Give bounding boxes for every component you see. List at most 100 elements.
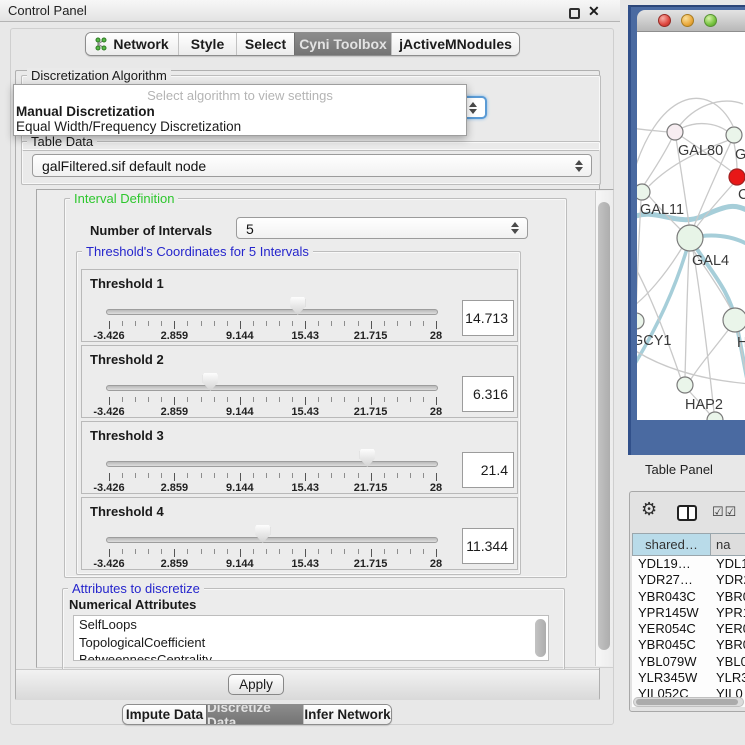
threshold-label: Threshold 2 (90, 352, 164, 367)
column-header-shared-name[interactable]: shared… (632, 533, 711, 556)
slider-tick-label: 9.144 (226, 406, 254, 418)
vertical-scrollbar-thumb[interactable] (598, 202, 610, 650)
table-row[interactable]: YBL079WYBL0 (632, 654, 745, 670)
horizontal-scrollbar-thumb[interactable] (636, 699, 738, 705)
threshold-panel: Threshold 3-3.4262.8599.14415.4321.71528… (81, 421, 518, 494)
zoom-traffic-light-icon[interactable] (704, 14, 717, 27)
network-node-gal80[interactable] (667, 124, 683, 140)
attributes-list-scrollbar[interactable] (535, 619, 546, 657)
slider-tick (371, 549, 372, 557)
attribute-item[interactable]: TopologicalCoefficient (74, 634, 548, 652)
cell-name: YPR1 (716, 605, 745, 620)
slider-tick-label: -3.426 (93, 330, 124, 342)
slider-tick (384, 397, 385, 402)
table-row[interactable]: YDR27…YDR2 (632, 572, 745, 588)
tab-label: jActiveMNodules (399, 36, 512, 52)
slider-tick (240, 321, 241, 329)
slider-tick (214, 397, 215, 402)
slider-tick (122, 473, 123, 478)
tab-infer-network[interactable]: Infer Network (303, 705, 391, 724)
tab-label: Select (245, 36, 286, 52)
threshold-slider-track[interactable] (106, 537, 438, 543)
slider-tick (109, 397, 110, 405)
threshold-slider-track[interactable] (106, 309, 438, 315)
slider-tick (344, 321, 345, 326)
table-data-box: Table Data galFiltered.sif default node (21, 141, 601, 185)
slider-tick (135, 321, 136, 326)
apply-button[interactable]: Apply (228, 674, 284, 695)
table-data-combo[interactable]: galFiltered.sif default node (32, 154, 592, 177)
slider-tick (148, 321, 149, 326)
algorithm-option[interactable]: Equal Width/Frequency Discretization (16, 119, 241, 134)
close-icon[interactable]: ✕ (588, 3, 600, 20)
slider-tick (201, 549, 202, 554)
attribute-item[interactable]: SelfLoops (74, 616, 548, 634)
control-panel-titlebar: Control Panel (0, 0, 620, 22)
cell-name: YER0 (716, 621, 745, 636)
threshold-value-field[interactable]: 14.713 (462, 300, 514, 336)
tab-discretize-data[interactable]: Discretize Data (206, 705, 303, 724)
slider-tick-label: 2.859 (161, 330, 189, 342)
threshold-value-field[interactable]: 11.344 (462, 528, 514, 564)
network-canvas[interactable]: GAL80GACGAL11GAL4GCY1HHAP2 (637, 32, 745, 420)
select-columns-icon[interactable]: ☑☑ (712, 504, 737, 520)
close-traffic-light-icon[interactable] (658, 14, 671, 27)
number-of-intervals-spinner[interactable]: 5 (236, 217, 528, 239)
slider-ticks (109, 549, 436, 557)
threshold-slider-track[interactable] (106, 385, 438, 391)
gear-icon[interactable]: ⚙ (641, 499, 657, 520)
minimize-traffic-light-icon[interactable] (681, 14, 694, 27)
threshold-value-field[interactable]: 6.316 (462, 376, 514, 412)
slider-tick (371, 321, 372, 329)
slider-tick (331, 321, 332, 326)
float-window-icon[interactable] (569, 8, 580, 19)
network-tree-icon (95, 37, 108, 51)
network-window-titlebar[interactable] (637, 10, 745, 32)
slider-tick (240, 397, 241, 405)
slider-tick (344, 397, 345, 402)
slider-tick (135, 397, 136, 402)
network-node-gal4[interactable] (677, 225, 703, 251)
cell-name: YLR3 (716, 670, 745, 685)
network-node-gcy1[interactable] (637, 313, 644, 329)
slider-tick (292, 321, 293, 326)
tab-style[interactable]: Style (178, 33, 236, 55)
network-node-c[interactable] (729, 169, 745, 185)
column-header-name[interactable]: na (711, 533, 745, 556)
network-node-ga[interactable] (726, 127, 742, 143)
slider-tick-labels: -3.4262.8599.14415.4321.71528 (109, 482, 436, 494)
split-view-icon[interactable] (677, 505, 697, 521)
threshold-value-field[interactable]: 21.4 (462, 452, 514, 488)
cell-name: YDR2 (716, 572, 745, 587)
slider-tick (384, 549, 385, 554)
tab-jactivemnodules[interactable]: jActiveMNodules (391, 33, 519, 55)
horizontal-scrollbar[interactable] (633, 697, 744, 707)
attribute-item[interactable]: BetweennessCentrality (74, 651, 548, 661)
table-row[interactable]: YBR045CYBR0 (632, 637, 745, 653)
slider-tick (253, 321, 254, 326)
algorithm-option[interactable]: Manual Discretization (16, 104, 155, 119)
network-node-gal11[interactable] (637, 184, 650, 200)
numerical-attributes-list[interactable]: SelfLoopsTopologicalCoefficientBetweenne… (73, 615, 549, 661)
slider-tick (161, 321, 162, 326)
table-row[interactable]: YDL19…YDL1 (632, 556, 745, 572)
network-node-h[interactable] (723, 308, 745, 332)
vertical-scrollbar-track[interactable] (595, 191, 612, 666)
network-node-hap2[interactable] (677, 377, 693, 393)
threshold-slider-track[interactable] (106, 461, 438, 467)
table-row[interactable]: YBR043CYBR0 (632, 589, 745, 605)
slider-tick-labels: -3.4262.8599.14415.4321.71528 (109, 406, 436, 418)
slider-tick (331, 549, 332, 554)
slider-tick (305, 397, 306, 405)
slider-tick (214, 473, 215, 478)
tab-select[interactable]: Select (236, 33, 294, 55)
slider-tick-label: 2.859 (161, 482, 189, 494)
slider-tick (122, 397, 123, 402)
table-row[interactable]: YER054CYER0 (632, 621, 745, 637)
table-row[interactable]: YPR145WYPR1 (632, 605, 745, 621)
tab-cyni-toolbox[interactable]: Cyni Toolbox (294, 33, 391, 55)
tab-network[interactable]: Network (86, 33, 178, 55)
table-row[interactable]: YLR345WYLR3 (632, 670, 745, 686)
attributes-box-title: Attributes to discretize (68, 581, 204, 596)
tab-impute-data[interactable]: Impute Data (123, 705, 206, 724)
